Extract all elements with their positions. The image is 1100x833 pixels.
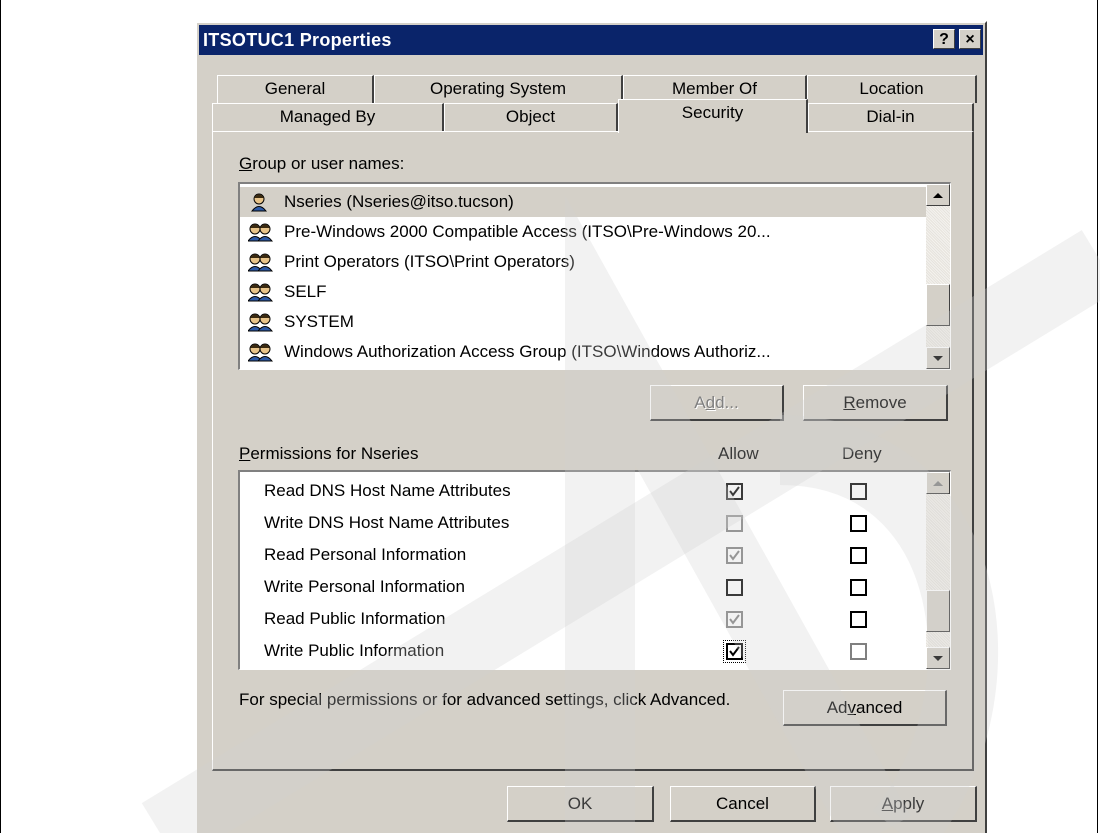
- ok-button[interactable]: OK: [507, 786, 654, 822]
- checkmark-icon: [729, 614, 740, 625]
- tab-object[interactable]: Object: [444, 103, 618, 132]
- group-list-item[interactable]: Print Operators (ITSO\Print Operators): [240, 247, 927, 277]
- add-label: Add...: [694, 393, 739, 412]
- help-button[interactable]: ?: [933, 29, 955, 49]
- user-icon: [250, 193, 268, 212]
- deny-checkbox[interactable]: [850, 611, 867, 628]
- deny-header: Deny: [842, 444, 882, 463]
- group-list-item-label: Print Operators (ITSO\Print Operators): [284, 252, 575, 271]
- add-button[interactable]: Add...: [650, 385, 784, 421]
- deny-checkbox[interactable]: [850, 515, 867, 532]
- scroll-down-button[interactable]: [926, 347, 950, 369]
- permission-name: Read Public Information: [264, 609, 446, 628]
- apply-button[interactable]: Apply: [830, 786, 977, 822]
- allow-header: Allow: [718, 444, 759, 463]
- allow-checkbox[interactable]: [726, 579, 743, 596]
- group-icon: [248, 223, 274, 242]
- allow-checkbox[interactable]: [726, 515, 743, 532]
- permission-row: Read Personal Information: [240, 539, 927, 571]
- group-list-item-label: SELF: [284, 282, 327, 301]
- scroll-up-button[interactable]: [926, 184, 950, 206]
- checkmark-icon: [729, 550, 740, 561]
- group-list-item[interactable]: Nseries (Nseries@itso.tucson): [240, 187, 927, 217]
- allow-checkbox[interactable]: [726, 547, 743, 564]
- permission-name: Read Personal Information: [264, 545, 467, 564]
- properties-dialog: ITSOTUC1 Properties ? × General Operatin…: [195, 21, 987, 833]
- group-list-item[interactable]: SYSTEM: [240, 307, 927, 337]
- deny-checkbox[interactable]: [850, 547, 867, 564]
- group-list-item-label: Nseries (Nseries@itso.tucson): [284, 192, 514, 211]
- permissions-label: Permissions for Nseries: [239, 444, 419, 463]
- apply-label: Apply: [881, 794, 925, 813]
- permission-row: Write Personal Information: [240, 571, 927, 603]
- perm-scroll-thumb[interactable]: [926, 590, 950, 632]
- deny-checkbox[interactable]: [850, 579, 867, 596]
- tab-operating-system[interactable]: Operating System: [374, 75, 623, 103]
- arrow-down-icon: [933, 656, 943, 661]
- tab-security[interactable]: Security: [618, 99, 808, 133]
- advanced-hint-text: For special permissions or for advanced …: [239, 690, 731, 709]
- permission-row: Read Public Information: [240, 603, 927, 635]
- deny-checkbox[interactable]: [850, 643, 867, 660]
- group-list-label: Group or user names:: [239, 154, 405, 173]
- cancel-button[interactable]: Cancel: [670, 786, 816, 822]
- perm-scroll-down-button[interactable]: [926, 647, 950, 669]
- perm-scroll-up-button[interactable]: [926, 472, 950, 494]
- group-list-item[interactable]: SELF: [240, 277, 927, 307]
- group-user-list[interactable]: Nseries (Nseries@itso.tucson) Pre-Windows…: [238, 182, 951, 370]
- arrow-up-icon: [933, 193, 943, 198]
- group-icon: [248, 253, 274, 272]
- title-bar[interactable]: ITSOTUC1 Properties ? ×: [199, 25, 983, 55]
- checkmark-icon: [729, 486, 740, 497]
- permission-row: Write DNS Host Name Attributes: [240, 507, 927, 539]
- permission-name: Write DNS Host Name Attributes: [264, 513, 510, 532]
- remove-button[interactable]: Remove: [803, 385, 948, 421]
- group-list-item[interactable]: Windows Authorization Access Group (ITSO…: [240, 337, 927, 367]
- group-icon: [248, 283, 274, 302]
- group-list-item-label: Windows Authorization Access Group (ITSO…: [284, 342, 771, 361]
- tab-dial-in[interactable]: Dial-in: [808, 103, 974, 132]
- deny-checkbox[interactable]: [850, 483, 867, 500]
- remove-label: Remove: [843, 393, 907, 412]
- group-list-item-label: SYSTEM: [284, 312, 354, 331]
- arrow-up-icon: [933, 481, 943, 486]
- security-panel: Group or user names: Nseries (Nseries@it…: [212, 131, 974, 771]
- allow-checkbox[interactable]: [726, 483, 743, 500]
- permission-name: Write Public Information: [264, 641, 445, 660]
- permission-name: Read DNS Host Name Attributes: [264, 481, 511, 500]
- advanced-label: Advanced: [826, 698, 903, 717]
- permission-row: Read DNS Host Name Attributes: [240, 475, 927, 507]
- allow-checkbox[interactable]: [726, 611, 743, 628]
- close-button[interactable]: ×: [959, 29, 981, 49]
- group-list-item-label: Pre-Windows 2000 Compatible Access (ITSO…: [284, 222, 771, 241]
- permission-row: Write Public Information: [240, 635, 927, 667]
- checkmark-icon: [729, 646, 740, 657]
- permissions-list[interactable]: Read DNS Host Name Attributes Write DNS H…: [238, 470, 951, 670]
- allow-checkbox[interactable]: [723, 640, 746, 663]
- group-icon: [248, 343, 274, 362]
- arrow-down-icon: [933, 356, 943, 361]
- advanced-button[interactable]: Advanced: [783, 690, 947, 726]
- tab-general[interactable]: General: [217, 75, 374, 103]
- permissions-scrollbar[interactable]: [926, 472, 950, 669]
- group-list-scrollbar[interactable]: [926, 184, 950, 369]
- group-list-item[interactable]: Pre-Windows 2000 Compatible Access (ITSO…: [240, 217, 927, 247]
- group-icon: [248, 313, 274, 332]
- scroll-thumb[interactable]: [926, 284, 950, 326]
- dialog-title: ITSOTUC1 Properties: [203, 30, 392, 50]
- permission-name: Write Personal Information: [264, 577, 465, 596]
- tab-location[interactable]: Location: [807, 75, 977, 103]
- tab-managed-by[interactable]: Managed By: [212, 103, 444, 132]
